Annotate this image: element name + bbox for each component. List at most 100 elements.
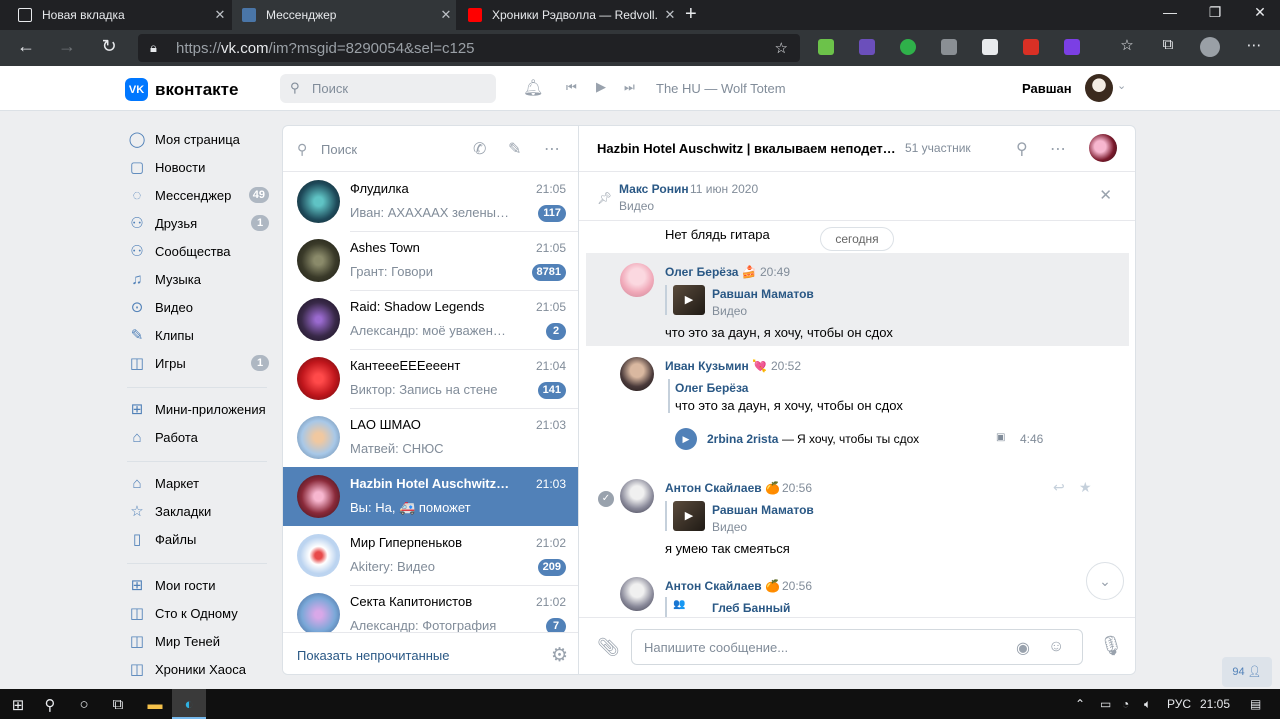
star-icon[interactable]: ★ xyxy=(1079,479,1092,496)
header-username[interactable]: Равшан xyxy=(1022,81,1072,96)
chevron-down-icon[interactable]: ⌄ xyxy=(1117,79,1126,92)
maximize-icon[interactable]: ❐ xyxy=(1205,4,1225,21)
notifications-bell-icon[interactable]: 🔔︎ xyxy=(523,78,543,98)
nav-item-chronicles-chaos[interactable]: ◫ Хроники Хаоса xyxy=(125,655,273,683)
search-icon[interactable]: ⚲ xyxy=(38,696,62,714)
address-bar[interactable]: 🔒︎ https://vk.com/im?msgid=8290054&sel=c… xyxy=(138,34,800,62)
search-icon[interactable]: ⚲ xyxy=(1016,139,1028,159)
message-time[interactable]: 20:56 xyxy=(782,481,812,495)
conversation-item[interactable]: Ashes Town 21:05 Грант: Говори 8781 xyxy=(283,231,578,290)
close-window-icon[interactable]: ✕ xyxy=(1250,4,1270,21)
user-avatar[interactable] xyxy=(1085,74,1113,102)
task-view-icon[interactable]: ⧉ xyxy=(106,696,130,713)
profile-icon[interactable] xyxy=(1200,37,1220,57)
nav-item-video[interactable]: ⊙ Видео xyxy=(125,293,273,321)
conversation-item[interactable]: Мир Гиперпенькoв 21:02 Akitery: Видео 20… xyxy=(283,526,578,585)
video-thumbnail[interactable]: ▶ xyxy=(673,501,705,531)
scroll-down-button[interactable]: ⌄ xyxy=(1086,562,1124,600)
extension-icon[interactable] xyxy=(900,39,916,55)
nav-item-friends[interactable]: ⚇ Друзья 1 xyxy=(125,209,273,237)
message[interactable]: Иван Кузьмин 💘 20:52 Олег Берёза что это… xyxy=(586,351,1129,463)
reply-arrow-icon[interactable]: ↩ xyxy=(1053,479,1065,496)
reply-author[interactable]: Олег Берёза xyxy=(675,381,748,395)
browser-tab-messenger[interactable]: Мессенджер ✕ xyxy=(232,0,456,30)
nav-item-my-guests[interactable]: ⊞ Мои гости xyxy=(125,571,273,599)
bookmark-star-icon[interactable]: ☆ xyxy=(775,39,788,57)
clock[interactable]: 21:05 xyxy=(1200,697,1230,711)
windows-start-icon[interactable]: ⊞ xyxy=(6,696,30,714)
more-options-icon[interactable]: ⋯ xyxy=(1050,139,1066,159)
extension-icon[interactable] xyxy=(1064,39,1080,55)
file-explorer-icon[interactable]: ▬ xyxy=(143,696,167,713)
conversation-item-active[interactable]: Hazbin Hotel Auschwitz | в... 21:03 Вы: … xyxy=(283,467,578,526)
back-icon[interactable]: ← xyxy=(14,36,38,57)
nav-item-mini-apps[interactable]: ⊞ Мини-приложения xyxy=(125,395,273,423)
nav-item-news[interactable]: ▢ Новости xyxy=(125,153,273,181)
collections-icon[interactable]: ⧉ xyxy=(1156,36,1180,53)
reload-icon[interactable]: ↻ xyxy=(97,36,121,57)
show-unread-link[interactable]: Показать непрочитанные xyxy=(297,648,450,663)
conversation-item[interactable]: LAO ШМАО 21:03 Матвей: СНЮС xyxy=(283,408,578,467)
notifications-icon[interactable]: ▤ xyxy=(1250,697,1261,711)
message-time[interactable]: 20:56 xyxy=(782,579,812,593)
header-search-input[interactable]: ⚲ Поиск xyxy=(280,74,496,103)
message-avatar[interactable] xyxy=(620,263,654,297)
microphone-icon[interactable]: 🎙︎ xyxy=(1099,634,1123,658)
nav-item-clips[interactable]: ✎ Клипы xyxy=(125,321,273,349)
message-author[interactable]: Олег Берёза 🍰 xyxy=(665,265,757,279)
volume-icon[interactable]: 🔈︎ xyxy=(1144,697,1151,712)
browser-tab-new[interactable]: Новая вкладка ✕ xyxy=(8,0,230,30)
url-text[interactable]: https://vk.com/im?msgid=8290054&sel=c125 xyxy=(176,40,475,57)
message-author[interactable]: Иван Кузьмин 💘 xyxy=(665,359,767,373)
cortana-icon[interactable]: ○ xyxy=(72,696,96,713)
extension-icon[interactable] xyxy=(941,39,957,55)
next-track-icon[interactable]: ⏭ xyxy=(624,80,635,95)
vk-logo[interactable]: VK вконтакте xyxy=(125,78,238,101)
nav-item-market[interactable]: ⌂ Маркет xyxy=(125,469,273,497)
forward-icon[interactable]: → xyxy=(55,36,79,57)
audio-artist[interactable]: 2rbina 2rista xyxy=(707,432,778,446)
close-tab-icon[interactable]: ✕ xyxy=(660,7,680,23)
nav-item-sto-k-odnomu[interactable]: ◫ Сто к Одному xyxy=(125,599,273,627)
extension-download-icon[interactable] xyxy=(818,39,834,55)
nav-item-work[interactable]: ⌂ Работа xyxy=(125,423,273,451)
chat-title[interactable]: Hazbin Hotel Auschwitz | вкалываем непод… xyxy=(597,141,897,156)
chat-members-count[interactable]: 51 участник xyxy=(905,141,971,155)
nav-item-bookmarks[interactable]: ☆ Закладки xyxy=(125,497,273,525)
extension-icon[interactable] xyxy=(859,39,875,55)
language-indicator[interactable]: РУС xyxy=(1167,697,1191,711)
favorites-icon[interactable]: ☆ xyxy=(1115,36,1139,54)
message-avatar[interactable] xyxy=(620,577,654,611)
message-time[interactable]: 20:52 xyxy=(771,359,801,373)
nav-item-music[interactable]: ♫ Музыка xyxy=(125,265,273,293)
message-time[interactable]: 20:49 xyxy=(760,265,790,279)
conversation-item[interactable]: КантеееЕЕЕееент 21:04 Виктор: Запись на … xyxy=(283,349,578,408)
previous-track-icon[interactable]: ⏮ xyxy=(566,80,577,95)
nav-item-games[interactable]: ◫ Игры 1 xyxy=(125,349,273,377)
message[interactable]: Антон Скайлаев 🍊 20:56 👥 Глеб Банный xyxy=(586,571,1129,617)
emoji-icon[interactable]: ☺ xyxy=(1048,638,1064,656)
attach-icon[interactable]: 📎︎ xyxy=(597,637,620,658)
now-playing-track[interactable]: The HU — Wolf Totem xyxy=(656,81,786,96)
tray-chevron-icon[interactable]: ⌃ xyxy=(1075,697,1085,711)
friends-online-chip[interactable]: 94 👤︎ xyxy=(1222,657,1272,687)
battery-icon[interactable]: ▭ xyxy=(1100,697,1111,711)
conversation-item[interactable]: Флудилка 21:05 Иван: АХАХААХ зеленые ...… xyxy=(283,172,578,231)
message[interactable]: Олег Берёза 🍰 20:49 ▶ Равшан Маматов Вид… xyxy=(586,253,1129,346)
video-thumbnail[interactable]: ▶ xyxy=(673,285,705,315)
message-avatar[interactable] xyxy=(620,479,654,513)
pinned-message[interactable]: 📌︎ Макс Ронин 11 июн 2020 Видео ✕ xyxy=(579,172,1135,221)
close-icon[interactable]: ✕ xyxy=(1099,186,1112,204)
browser-tab-youtube[interactable]: Хроники Рэдволла — Redvoll. 3 ✕ xyxy=(458,0,680,30)
nav-item-communities[interactable]: ⚇ Сообщества xyxy=(125,237,273,265)
more-options-icon[interactable]: ⋯ xyxy=(544,139,560,159)
nav-item-my-page[interactable]: ◯ Моя страница xyxy=(125,125,273,153)
pinned-author[interactable]: Макс Ронин xyxy=(619,182,689,196)
nav-item-messenger[interactable]: ◌ Мессенджер 49 xyxy=(125,181,273,209)
message[interactable]: ✓ Антон Скайлаев 🍊 20:56 ↩ ★ ▶ Равшан Ма… xyxy=(586,469,1129,559)
close-tab-icon[interactable]: ✕ xyxy=(436,7,456,23)
chat-avatar[interactable] xyxy=(1089,134,1117,162)
message-author[interactable]: Антон Скайлаев 🍊 xyxy=(665,481,780,495)
more-menu-icon[interactable]: ⋯ xyxy=(1242,36,1266,54)
extension-icon[interactable] xyxy=(1023,39,1039,55)
